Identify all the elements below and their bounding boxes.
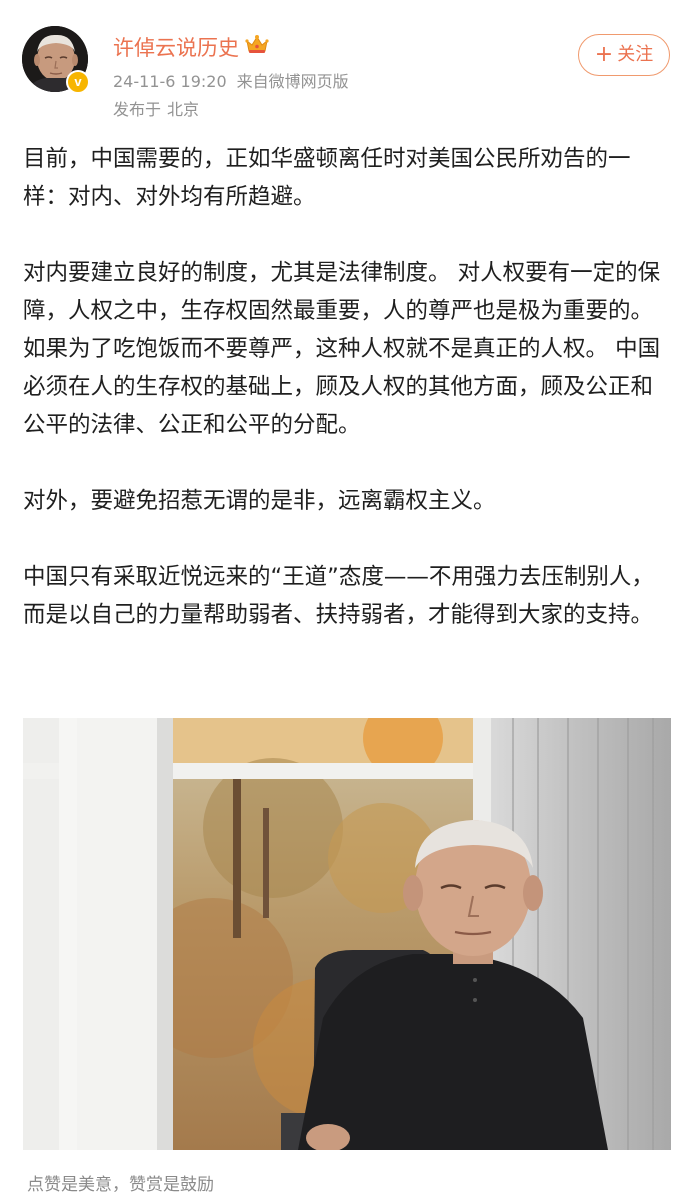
post-paragraph: 对内要建立良好的制度，尤其是法律制度。 对人权要有一定的保障，人权之中，生存权固… [23,260,661,438]
post-timestamp[interactable]: 24-11-6 19:20 [113,72,227,91]
post-source: 来自微博网页版 [236,72,349,91]
location-value: 北京 [167,100,200,119]
author-name[interactable]: 许倬云说历史 [113,33,269,63]
verified-icon: v [66,70,90,94]
crown-icon [245,32,269,62]
post-paragraph: 对外，要避免招惹无谓的是非，远离霸权主义。 [23,488,496,514]
post-location: 发布于 北京 [113,98,199,122]
post-header: v 许倬云说历史 24-11-6 19:20 来自微博网页版 发布于 北京 + 关注 [0,0,694,130]
reward-hint[interactable]: 点赞是美意，赞赏是鼓励 [27,1172,214,1198]
post-body: 目前，中国需要的，正如华盛顿离任时对美国公民所劝告的一样：对内、对外均有所趋避。… [23,140,673,672]
plus-icon: + [594,42,614,67]
author-avatar[interactable]: v [22,26,92,96]
location-label: 发布于 [113,100,162,119]
post-paragraph: 目前，中国需要的，正如华盛顿离任时对美国公民所劝告的一样：对内、对外均有所趋避。 [23,146,631,210]
post-photo[interactable] [23,718,671,1150]
post-paragraph: 中国只有采取近悦远来的“王道”态度——不用强力去压制别人，而是以自己的力量帮助弱… [23,564,654,628]
follow-label: 关注 [617,44,654,65]
author-name-text[interactable]: 许倬云说历史 [113,36,239,60]
post-meta: 24-11-6 19:20 来自微博网页版 [113,70,349,94]
follow-button[interactable]: + 关注 [578,34,670,76]
